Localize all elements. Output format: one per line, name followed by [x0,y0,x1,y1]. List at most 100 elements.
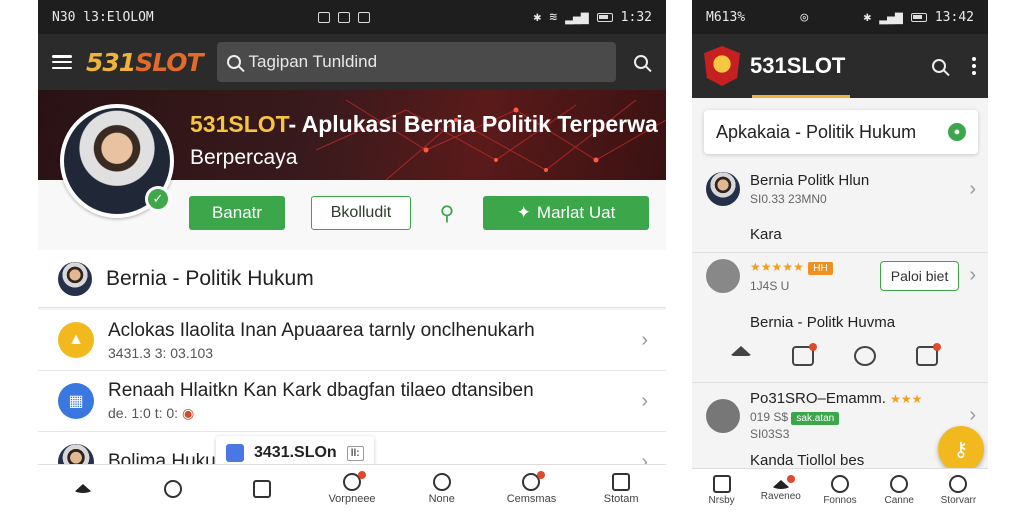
battery-icon [596,12,613,22]
action-buttons: Banatr Bkolludit ⚲ ✦ Marlat Uat [189,196,649,230]
brand-part1: 531 [86,47,136,77]
list-item-meta: 1J4S U [750,279,790,293]
right-phone-screen: M613% ◎ ✱ ▂▄▆ 13:42 531SLOT Apkakaia - P… [692,0,988,512]
list-item-label: Bernia - Politk Huvma [750,314,988,331]
notification-dot [358,471,367,479]
search-icon[interactable] [932,59,946,73]
list-item[interactable]: ▦ Renaah Hlaitkn Kan Kark dbagfan tilaeo… [38,371,666,432]
chip-label: 3431.SLOn [254,444,337,461]
nav-search[interactable] [128,465,218,512]
avatar [706,172,740,206]
card-label: Apkakaia - Politik Hukum [716,121,917,142]
message-icon[interactable] [916,343,941,366]
calendar-icon: ▦ [58,383,94,419]
menu-icon[interactable] [52,55,72,69]
nav-label: Fonnos [823,495,857,506]
status-icons [317,11,370,23]
status-bar: M613% ◎ ✱ ▂▄▆ 13:42 [692,0,988,34]
nav-label: Nrsby [708,495,735,506]
notification-icon [357,11,370,23]
bottom-navigation: Nrsby Raveneo Fonnos Canne Storvarr [692,468,988,512]
search-input[interactable]: Tagipan Tunldind [216,42,616,82]
comment-icon[interactable] [854,346,876,366]
battery-icon [910,12,927,22]
list-item-meta: 3431.3 3: 03.103 [108,345,627,361]
nav-none[interactable]: None [397,465,487,512]
badge-icon: ◉ [181,405,195,421]
status-left-text: N30 l3:ElOLOM [52,9,154,25]
nav-vorpneee[interactable]: Vorpneee [307,465,397,512]
search-icon [226,55,241,69]
divider [692,382,988,383]
search-placeholder: Tagipan Tunldind [248,52,378,71]
bottom-navigation: Vorpneee None Cemsmas Stotam [38,464,666,512]
nav-cemsmas[interactable]: Cemsmas [487,465,577,512]
more-options-icon[interactable] [972,57,976,75]
list-item-title: Bernia Politk Hlun [750,172,870,189]
list-item-title: Aclokas Ilaolita Inan Apuaarea tarnly on… [108,319,535,341]
wifi-icon: ≋ [549,9,558,25]
category-card[interactable]: Apkakaia - Politik Hukum ● [704,110,978,154]
hero-subtitle: Berpercaya [190,146,298,169]
tag-badge: HH [808,262,833,275]
thumbnail [706,258,740,293]
signal-icon: ▂▄▆ [879,9,903,25]
home-icon [72,484,93,493]
chip-tag: ll: [346,445,364,461]
list-item[interactable]: ▲ Aclokas Ilaolita Inan Apuaarea tarnly … [38,310,666,371]
secondary-action-button[interactable]: Bkolludit [311,196,411,230]
search-icon [634,55,648,69]
nav-label: None [428,492,455,505]
primary-action-button[interactable]: Banatr [189,196,285,230]
bookmark-icon[interactable] [792,343,817,366]
compass-icon [831,475,849,493]
chevron-right-icon: › [969,177,976,200]
status-left-text: M613% [706,9,746,25]
rating-stars: ★★★ [890,392,923,406]
list-item[interactable]: Po31SRO–Emamm. ★★★ 019 S$ sak.atan SI03S… [706,390,976,441]
list-item[interactable]: ★★★★★ HH 1J4S U Paloi biet › [706,258,976,293]
grid-icon [253,479,272,498]
home-icon[interactable] [730,346,752,356]
nav-home[interactable] [38,465,128,512]
status-time: 13:42 [934,9,974,25]
key-fab-button[interactable]: ⚷ [938,426,984,472]
megaphone-action-button[interactable]: ✦ Marlat Uat [483,196,649,230]
nav-canne[interactable]: Canne [870,469,929,512]
list-item-meta: SI0.33 23MN0 [750,192,827,206]
toggle-icon[interactable]: ● [948,123,966,141]
bluetooth-icon: ✱ [863,9,872,25]
nav-storvarr[interactable]: Storvarr [929,469,988,512]
verified-badge-icon: ✓ [145,186,171,212]
status-right: ✱ ≋ ▂▄▆ 1:32 [534,10,652,25]
nav-fonnos[interactable]: Fonnos [810,469,869,512]
search-button[interactable] [630,51,652,73]
tag-badge: sak.atan [791,412,840,425]
nav-label: Stotam [603,492,639,505]
list-item[interactable]: Bernia Politk Hlun SI0.33 23MN0 › [706,172,976,206]
alarm-icon: ◎ [800,9,809,25]
nav-grid[interactable] [217,465,307,512]
item-action-button[interactable]: Paloi biet [879,260,960,291]
nav-nrsby[interactable]: Nrsby [692,469,751,512]
list-item-meta: 019 S$ [750,410,789,424]
menu-icon [612,472,631,491]
location-pin-icon[interactable]: ⚲ [437,201,457,226]
list-item-title: Po31SRO–Emamm. [750,390,886,407]
signal-icon: ▂▄▆ [565,9,589,25]
chevron-right-icon: › [969,264,976,286]
chevron-right-icon: › [641,328,648,351]
list-item-meta: SI03S3 [750,427,790,441]
chevron-right-icon: › [969,404,976,426]
chevron-right-icon: › [641,389,648,412]
list-item-title: Kara [750,226,782,243]
nav-label: Raveneo [760,490,801,502]
crest-logo-icon [704,46,740,86]
list-item-title: Kanda Tiollol bes [750,452,865,469]
nav-raveneo[interactable]: Raveneo [751,469,810,512]
megaphone-icon: ▲ [58,322,94,358]
list-item-title: Renaah Hlaitkn Kan Kark dbagfan tilaeo d… [108,380,534,401]
nav-stotam[interactable]: Stotam [576,465,666,512]
nav-label: Storvarr [940,495,977,506]
brand-logo[interactable]: 531SLOT [86,47,204,77]
